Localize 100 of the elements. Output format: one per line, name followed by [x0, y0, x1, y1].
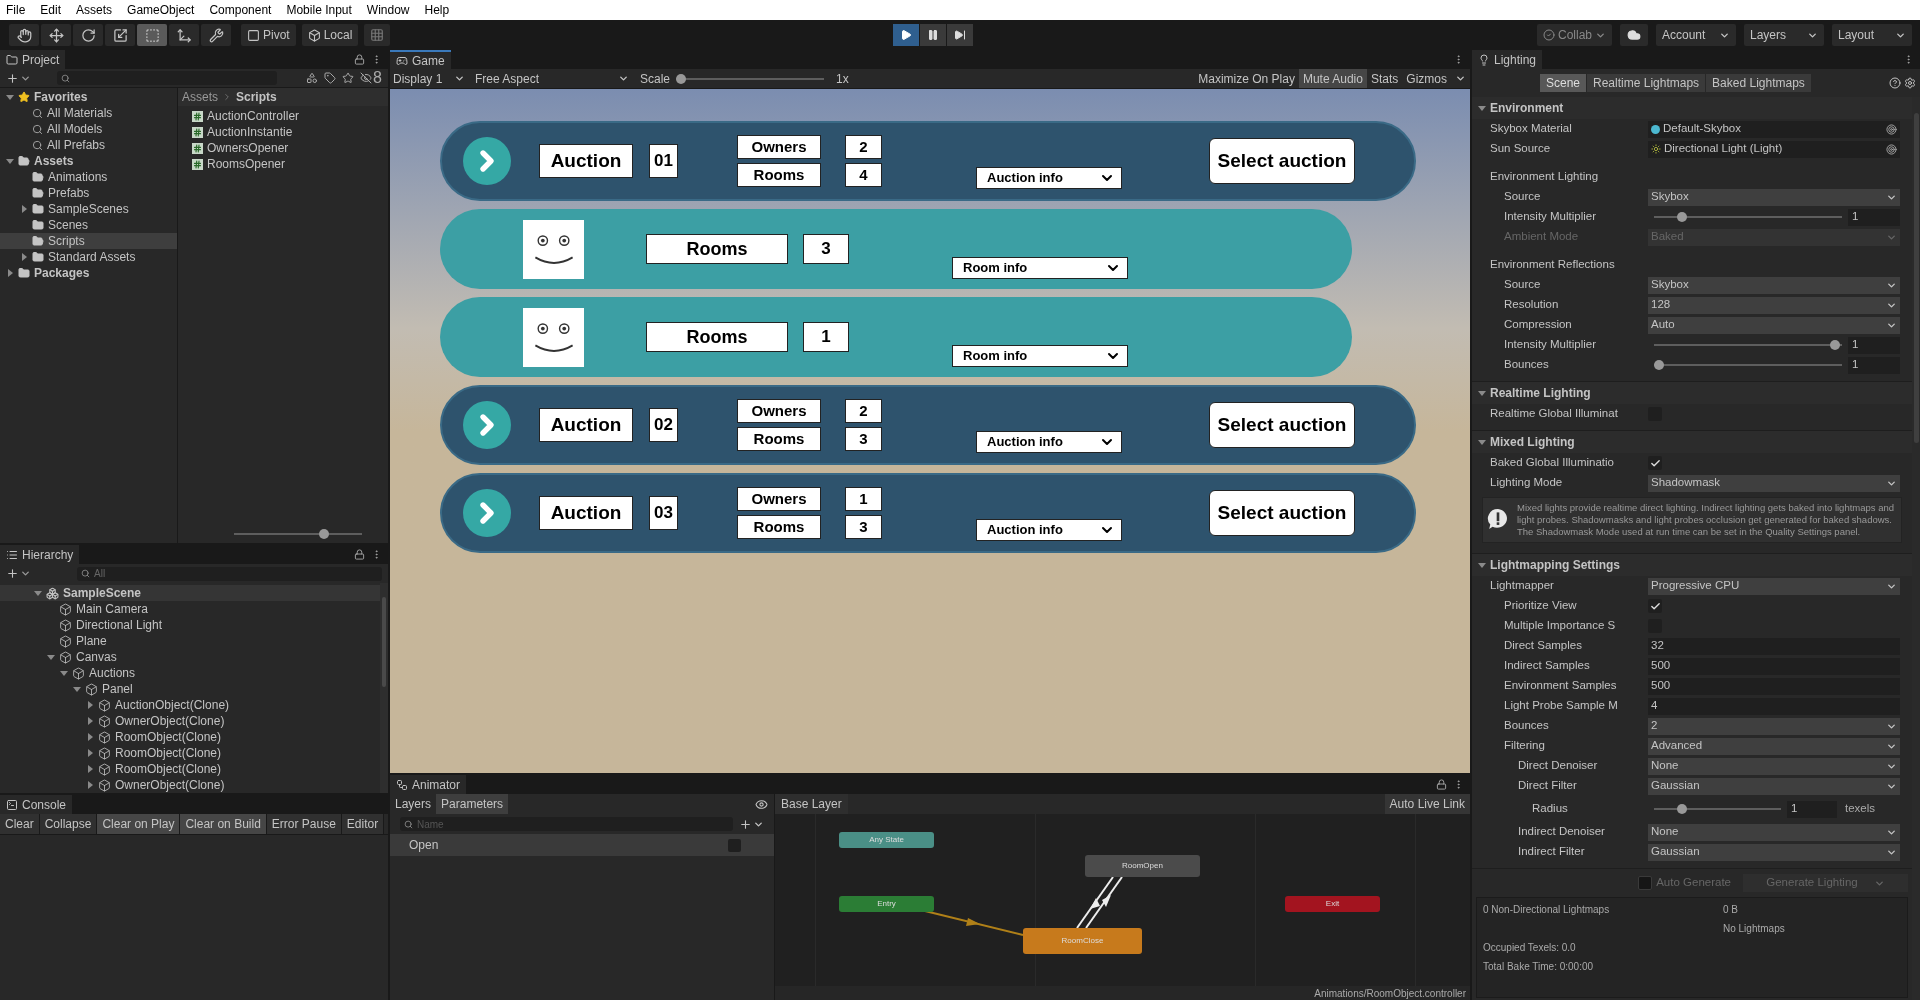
- checkbox[interactable]: [1648, 599, 1662, 613]
- tool-button[interactable]: [73, 24, 103, 46]
- state-node[interactable]: RoomOpen: [1085, 855, 1200, 877]
- breadcrumb-item[interactable]: Assets: [182, 88, 218, 106]
- play-button[interactable]: [893, 24, 919, 46]
- expanded-arrow-icon[interactable]: [6, 93, 14, 101]
- console-toggle-button[interactable]: Clear on Play: [97, 814, 181, 834]
- display-dropdown[interactable]: Display 1: [390, 69, 468, 88]
- object-field[interactable]: Directional Light (Light): [1648, 140, 1900, 158]
- parameter-row[interactable]: Open: [390, 834, 774, 856]
- local-button[interactable]: Local: [301, 24, 359, 46]
- grid-snap-button[interactable]: [364, 24, 391, 46]
- tree-item[interactable]: SampleScenes: [0, 201, 177, 217]
- favorite-icon[interactable]: [342, 72, 355, 84]
- tree-item[interactable]: Assets: [0, 153, 177, 169]
- slider-thumb[interactable]: [318, 529, 329, 539]
- panel-tab[interactable]: Hierarchy: [0, 545, 80, 564]
- expand-circle-button[interactable]: [463, 401, 511, 449]
- slider-track[interactable]: [1654, 360, 1842, 370]
- console-toggle-button[interactable]: Collapse: [39, 814, 98, 834]
- tool-button[interactable]: [201, 24, 231, 46]
- expanded-arrow-icon[interactable]: [34, 589, 42, 597]
- tree-item[interactable]: AuctionObject(Clone): [0, 697, 380, 713]
- parameter-view-tab[interactable]: Parameters: [436, 794, 509, 814]
- tree-item[interactable]: Directional Light: [0, 617, 380, 633]
- number-field[interactable]: 1: [1848, 356, 1900, 374]
- info-dropdown[interactable]: Room info: [952, 345, 1128, 367]
- dropdown-field[interactable]: Advanced: [1648, 737, 1900, 755]
- tool-button[interactable]: [169, 24, 199, 46]
- checkbox[interactable]: [1648, 456, 1662, 470]
- lock-icon[interactable]: [354, 54, 365, 65]
- section-header[interactable]: Environment: [1472, 97, 1912, 119]
- layout-dropdown[interactable]: Layout: [1832, 24, 1912, 46]
- slider-thumb[interactable]: [1830, 340, 1841, 350]
- expanded-arrow-icon[interactable]: [1478, 561, 1486, 569]
- number-field[interactable]: 1: [1787, 800, 1837, 818]
- collapsed-arrow-icon[interactable]: [20, 253, 28, 261]
- menu-item[interactable]: Edit: [40, 1, 62, 19]
- tree-item[interactable]: RoomObject(Clone): [0, 745, 380, 761]
- scrollbar[interactable]: [380, 583, 388, 793]
- script-file-item[interactable]: OwnersOpener: [192, 140, 388, 156]
- breadcrumb-item[interactable]: Scripts: [236, 88, 277, 106]
- dropdown-field[interactable]: Gaussian: [1648, 777, 1900, 795]
- parameter-view-tab[interactable]: Layers: [390, 794, 437, 814]
- tree-item[interactable]: OwnerObject(Clone): [0, 713, 380, 729]
- tool-button[interactable]: [9, 24, 39, 46]
- dropdown-field[interactable]: 2: [1648, 717, 1900, 735]
- collapsed-arrow-icon[interactable]: [86, 701, 94, 709]
- info-dropdown[interactable]: Auction info: [976, 519, 1122, 541]
- dropdown-field[interactable]: Shadowmask: [1648, 474, 1900, 492]
- parameter-checkbox[interactable]: [728, 838, 741, 852]
- panel-tab[interactable]: Animator: [390, 775, 467, 794]
- expanded-arrow-icon[interactable]: [1478, 389, 1486, 397]
- select-auction-button[interactable]: Select auction: [1209, 402, 1355, 448]
- tree-item[interactable]: Canvas: [0, 649, 380, 665]
- expanded-arrow-icon[interactable]: [6, 157, 14, 165]
- dropdown-field[interactable]: Skybox: [1648, 276, 1900, 294]
- tool-button[interactable]: [105, 24, 135, 46]
- target-icon[interactable]: [1886, 123, 1897, 135]
- script-file-item[interactable]: AuctionController: [192, 108, 388, 124]
- step-button[interactable]: [947, 24, 973, 46]
- section-header[interactable]: Mixed Lighting: [1472, 431, 1912, 453]
- scene-header-row[interactable]: SampleScene: [0, 585, 380, 601]
- dropdown-field[interactable]: Progressive CPU: [1648, 577, 1900, 595]
- info-dropdown[interactable]: Room info: [952, 257, 1128, 279]
- tree-item[interactable]: RoomObject(Clone): [0, 729, 380, 745]
- tree-item[interactable]: Scenes: [0, 217, 177, 233]
- tree-item[interactable]: OwnerObject(Clone): [0, 777, 380, 793]
- eye-icon[interactable]: [755, 797, 768, 811]
- help-icon[interactable]: [1889, 77, 1901, 89]
- settings-view-tab[interactable]: Realtime Lightmaps: [1587, 74, 1706, 92]
- tree-item[interactable]: Scripts: [0, 233, 177, 249]
- aspect-dropdown[interactable]: Free Aspect: [472, 69, 632, 88]
- collapsed-arrow-icon[interactable]: [86, 733, 94, 741]
- add-icon[interactable]: [6, 567, 19, 580]
- select-auction-button[interactable]: Select auction: [1209, 490, 1355, 536]
- label-filter-icon[interactable]: [324, 72, 337, 84]
- slider-track[interactable]: [1654, 340, 1842, 350]
- menu-item[interactable]: Assets: [76, 1, 113, 19]
- section-header[interactable]: Realtime Lighting: [1472, 382, 1912, 404]
- lock-icon[interactable]: [354, 549, 365, 560]
- panel-tab[interactable]: Lighting: [1472, 50, 1543, 69]
- game-toggle-button[interactable]: Mute Audio: [1298, 69, 1367, 88]
- add-icon[interactable]: [739, 817, 752, 831]
- tool-button[interactable]: [41, 24, 71, 46]
- tree-item[interactable]: Standard Assets: [0, 249, 177, 265]
- tree-item[interactable]: RoomObject(Clone): [0, 761, 380, 777]
- script-file-item[interactable]: AuctionInstantie: [192, 124, 388, 140]
- target-icon[interactable]: [1886, 143, 1897, 155]
- collapsed-arrow-icon[interactable]: [86, 717, 94, 725]
- tree-item[interactable]: Main Camera: [0, 601, 380, 617]
- menu-item[interactable]: Mobile Input: [286, 1, 352, 19]
- number-field[interactable]: 500: [1648, 677, 1900, 695]
- script-file-item[interactable]: RoomsOpener: [192, 156, 388, 172]
- panel-tab[interactable]: Console: [0, 795, 73, 814]
- collapsed-arrow-icon[interactable]: [86, 781, 94, 789]
- expanded-arrow-icon[interactable]: [73, 685, 81, 693]
- slider-thumb[interactable]: [1677, 212, 1688, 222]
- expanded-arrow-icon[interactable]: [1478, 438, 1486, 446]
- tree-item[interactable]: Animations: [0, 169, 177, 185]
